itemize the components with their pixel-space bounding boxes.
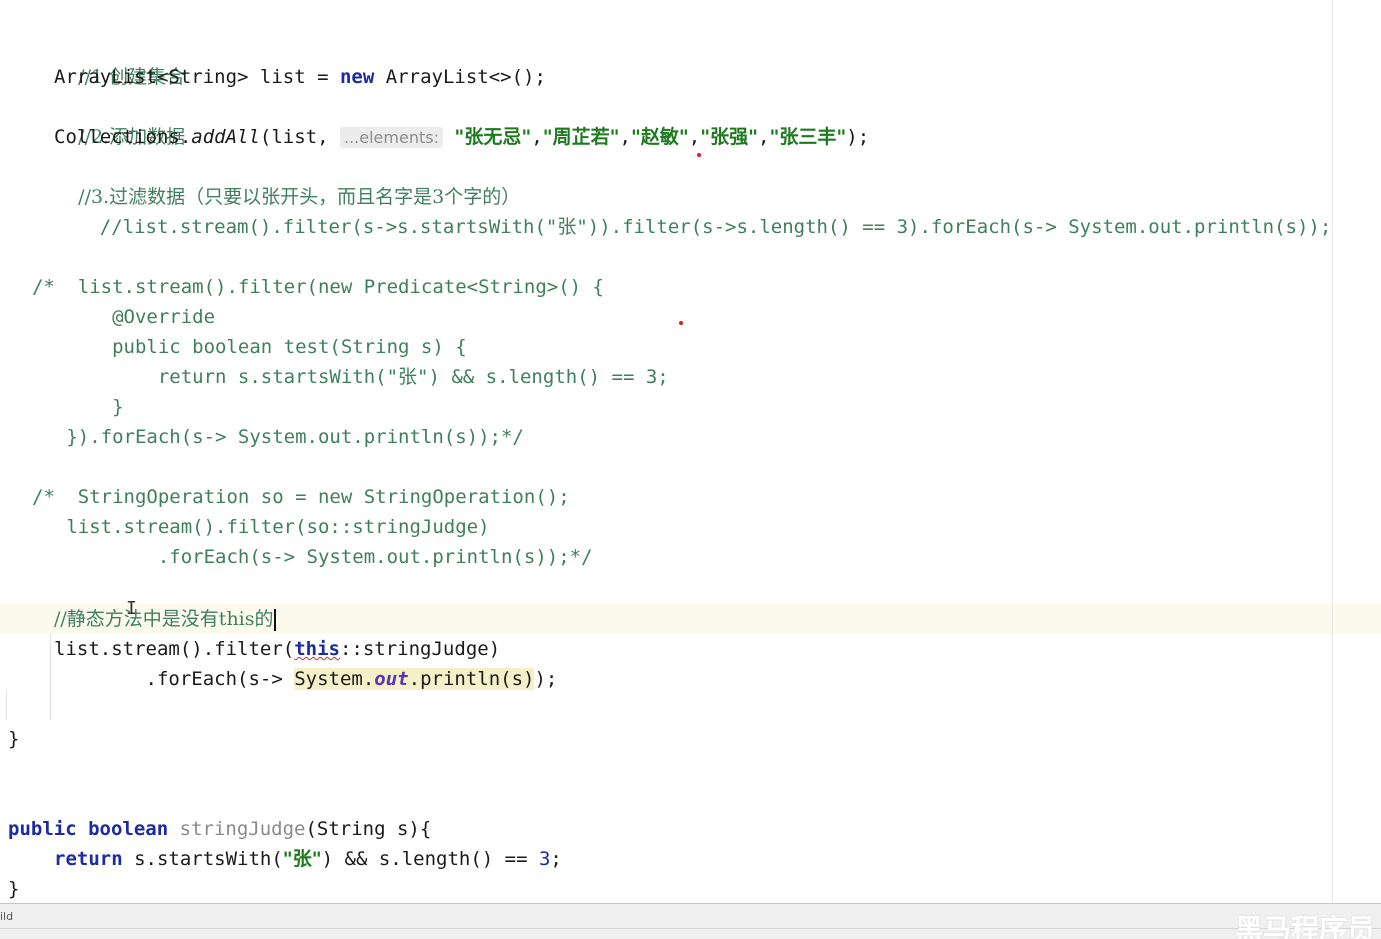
code-text: (list, <box>259 126 340 148</box>
keyword-this-error: this <box>294 638 340 660</box>
annotation-dot <box>697 153 701 157</box>
block-comment-1-line-6[interactable]: }).forEach(s-> System.out.println(s));*/ <box>32 422 524 452</box>
comment-text: public boolean test(String s) { <box>32 336 467 358</box>
code-text: ) && s.length() == <box>321 848 539 870</box>
string-name-2: "周芷若" <box>542 126 620 148</box>
code-editor[interactable]: //1.创建集合 ArrayList<String> list = new Ar… <box>0 0 1381 939</box>
comment-text: /* list.stream().filter(new Predicate<St… <box>32 276 604 298</box>
status-bar: ild 黑马程序员 <box>0 903 1381 939</box>
comment-text: /* StringOperation so = new StringOperat… <box>32 486 570 508</box>
string-zhang-text: 张 <box>292 848 312 870</box>
code-text: ::stringJudge) <box>339 638 501 660</box>
block-comment-2-line-1[interactable]: /* StringOperation so = new StringOperat… <box>32 482 570 512</box>
code-line-for-each[interactable]: .forEach(s-> System.out.println(s)); <box>54 664 557 694</box>
block-comment-1-line-1[interactable]: /* list.stream().filter(new Predicate<St… <box>32 272 604 302</box>
code-text: ArrayList<>(); <box>374 66 546 88</box>
block-comment-1-line-5[interactable]: } <box>32 392 124 422</box>
field-out: out <box>374 668 409 690</box>
code-line-comment-create[interactable]: //1.创建集合 <box>54 32 185 88</box>
comment-text: @Override <box>32 306 216 328</box>
code-text: ArrayList<String> list = <box>54 66 340 88</box>
code-line-comment-stream[interactable]: //list.stream().filter(s->s.startsWith("… <box>54 182 1332 238</box>
code-text: s.startsWith( <box>122 848 283 870</box>
keyword-new: new <box>339 66 375 88</box>
code-text: , <box>758 126 770 148</box>
comment-text: } <box>32 396 124 418</box>
code-text: ); <box>534 668 558 690</box>
string-name-1: "张无忌" <box>454 126 532 148</box>
status-text: ild <box>0 910 14 923</box>
code-line-return[interactable]: return s.startsWith("张") && s.length() =… <box>54 844 562 874</box>
comment-static: //静态方法中是没有this的 <box>54 608 274 630</box>
parameter-hint: ...elements: <box>340 127 443 148</box>
string-name-3: "赵敏" <box>630 126 689 148</box>
watermark-logo: 黑马程序员 <box>1234 913 1375 939</box>
block-comment-2-line-2[interactable]: list.stream().filter(so::stringJudge) <box>32 512 490 542</box>
code-text: } <box>8 728 20 750</box>
string-name-5: "张三丰" <box>769 126 847 148</box>
i-beam-cursor-icon: I <box>126 598 137 619</box>
number-three: 3 <box>538 848 551 870</box>
string-name-4: "张强" <box>700 126 759 148</box>
comment-stream: //list.stream().filter(s->s.startsWith("… <box>99 216 1332 238</box>
highlighted-expression: System.out.println(s) <box>294 668 535 690</box>
comment-text: }).forEach(s-> System.out.println(s));*/ <box>32 426 524 448</box>
indent-guide <box>50 634 51 720</box>
code-text: ); <box>846 126 870 148</box>
text-caret <box>273 609 276 631</box>
method-name-string-judge: stringJudge <box>179 818 306 840</box>
code-line-this-filter[interactable]: list.stream().filter(this::stringJudge) <box>54 634 500 664</box>
right-margin-guide <box>1332 0 1333 903</box>
code-text: .forEach(s-> <box>54 668 295 690</box>
code-text: } <box>8 878 20 900</box>
keyword-public: public <box>8 818 77 840</box>
method-add-all: addAll <box>191 126 260 148</box>
code-text: Collections. <box>54 126 192 148</box>
comment-text: .forEach(s-> System.out.println(s));*/ <box>32 546 593 568</box>
keyword-boolean: boolean <box>88 818 169 840</box>
block-comment-1-line-3[interactable]: public boolean test(String s) { <box>32 332 467 362</box>
annotation-dot <box>679 321 683 325</box>
code-line-closing-brace-2[interactable]: } <box>8 874 19 904</box>
code-text: list.stream().filter( <box>54 638 295 660</box>
code-line-comment-filter[interactable]: //3.过滤数据（只要以张开头，而且名字是3个字的） <box>54 152 520 208</box>
status-divider <box>0 928 1381 929</box>
block-comment-1-line-4[interactable]: return s.startsWith("张") && s.length() =… <box>32 362 669 392</box>
string-zhang: "张" <box>282 848 322 870</box>
code-line-comment-add[interactable]: //2.添加数据 <box>54 92 185 148</box>
keyword-return: return <box>54 848 123 870</box>
code-text: , <box>688 126 701 148</box>
code-text: , <box>619 126 631 148</box>
code-line-method-signature[interactable]: public boolean stringJudge(String s){ <box>8 814 431 844</box>
code-line-list-declaration[interactable]: ArrayList<String> list = new ArrayList<>… <box>54 62 546 92</box>
code-text: ; <box>550 848 562 870</box>
code-text: (String s){ <box>305 818 432 840</box>
block-comment-2-line-3[interactable]: .forEach(s-> System.out.println(s));*/ <box>32 542 593 572</box>
code-line-comment-static[interactable]: //静态方法中是没有this的 <box>54 604 276 634</box>
code-line-closing-brace-1[interactable]: } <box>8 724 19 754</box>
comment-text: return s.startsWith("张") && s.length() =… <box>32 366 669 388</box>
indent-guide-outer <box>6 690 7 720</box>
code-line-add-all[interactable]: Collections.addAll(list, ...elements: "张… <box>54 122 869 152</box>
code-text: , <box>531 126 543 148</box>
comment-text: list.stream().filter(so::stringJudge) <box>32 516 490 538</box>
block-comment-1-line-2[interactable]: @Override <box>32 302 215 332</box>
